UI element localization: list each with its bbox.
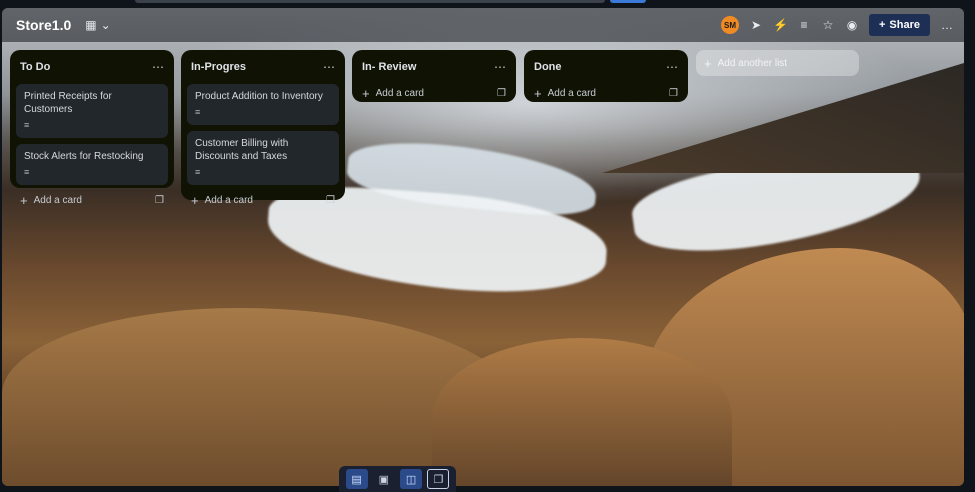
- add-card-button[interactable]: + Add a card ❐: [187, 189, 339, 211]
- board-title[interactable]: Store1.0: [16, 17, 71, 33]
- add-card-label: Add a card: [375, 87, 424, 99]
- list-menu-icon[interactable]: ⋯: [494, 60, 506, 74]
- add-card-label: Add a card: [204, 194, 253, 206]
- template-icon[interactable]: ❐: [155, 195, 164, 206]
- card[interactable]: Printed Receipts for Customers ≡: [16, 84, 168, 138]
- plus-icon: +: [704, 55, 712, 71]
- template-icon[interactable]: ❐: [669, 88, 678, 99]
- add-card-button[interactable]: + Add a card ❐: [16, 189, 168, 211]
- list-in-review: In- Review ⋯ + Add a card ❐: [352, 50, 516, 102]
- list-done: Done ⋯ + Add a card ❐: [524, 50, 688, 102]
- chevron-down-icon: ⌄: [100, 18, 111, 32]
- inbox-icon[interactable]: ▤: [345, 469, 368, 489]
- add-card-label: Add a card: [33, 194, 82, 206]
- view-switcher[interactable]: ▦ ⌄: [85, 18, 110, 32]
- plus-icon: +: [191, 192, 199, 208]
- description-icon: ≡: [24, 167, 30, 177]
- card-title: Printed Receipts for Customers: [24, 91, 112, 115]
- template-icon[interactable]: ❐: [326, 195, 335, 206]
- board-icon[interactable]: ◫: [400, 469, 423, 489]
- list-menu-icon[interactable]: ⋯: [666, 60, 678, 74]
- avatar[interactable]: SM: [720, 16, 739, 34]
- board-header: Store1.0 ▦ ⌄ SM ➤ ⚡ ≡ ☆ ◉ + Share …: [2, 8, 964, 42]
- bottom-view-switcher: ▤ ▣ ◫ ❐: [339, 466, 456, 492]
- visibility-icon[interactable]: ◉: [845, 18, 859, 32]
- hill-center: [432, 338, 732, 486]
- more-icon[interactable]: …: [940, 18, 954, 32]
- share-button[interactable]: + Share: [868, 14, 930, 36]
- list-title[interactable]: Done: [534, 61, 562, 73]
- list-menu-icon[interactable]: ⋯: [152, 60, 164, 74]
- description-icon: ≡: [24, 120, 30, 130]
- list-todo: To Do ⋯ Printed Receipts for Customers ≡…: [10, 50, 174, 208]
- share-label: Share: [889, 19, 920, 31]
- card-title: Stock Alerts for Restocking: [24, 151, 144, 162]
- add-card-label: Add a card: [547, 87, 596, 99]
- calendar-icon[interactable]: ▣: [373, 469, 395, 489]
- add-card-button[interactable]: + Add a card ❐: [358, 82, 510, 104]
- header-actions: SM ➤ ⚡ ≡ ☆ ◉ + Share …: [720, 14, 964, 36]
- filter-icon[interactable]: ≡: [797, 18, 811, 32]
- board-view-icon: ▦: [85, 18, 97, 32]
- add-list-label: Add another list: [717, 57, 788, 69]
- star-icon[interactable]: ☆: [821, 18, 835, 32]
- plus-icon: +: [534, 85, 542, 101]
- rocket-icon[interactable]: ➤: [749, 18, 763, 32]
- list-in-progress: In-Progres ⋯ Product Addition to Invento…: [181, 50, 345, 208]
- list-menu-icon[interactable]: ⋯: [323, 60, 335, 74]
- automation-icon[interactable]: ⚡: [773, 18, 788, 32]
- add-user-icon: +: [878, 19, 886, 31]
- top-strip-accent: [610, 0, 646, 3]
- list-title[interactable]: In- Review: [362, 61, 416, 73]
- plus-icon: +: [362, 85, 370, 101]
- description-icon: ≡: [195, 107, 201, 117]
- card[interactable]: Stock Alerts for Restocking ≡: [16, 144, 168, 185]
- top-strip: [135, 0, 605, 3]
- card-title: Customer Billing with Discounts and Taxe…: [195, 138, 289, 162]
- list-title[interactable]: In-Progres: [191, 61, 246, 73]
- card-title: Product Addition to Inventory: [195, 91, 323, 102]
- list-title[interactable]: To Do: [20, 61, 50, 73]
- switch-boards-icon[interactable]: ❐: [427, 469, 450, 489]
- card[interactable]: Customer Billing with Discounts and Taxe…: [187, 131, 339, 185]
- template-icon[interactable]: ❐: [497, 88, 506, 99]
- add-card-button[interactable]: + Add a card ❐: [530, 82, 682, 104]
- description-icon: ≡: [195, 167, 201, 177]
- card[interactable]: Product Addition to Inventory ≡: [187, 84, 339, 125]
- add-list-button[interactable]: + Add another list: [696, 50, 859, 76]
- plus-icon: +: [20, 192, 28, 208]
